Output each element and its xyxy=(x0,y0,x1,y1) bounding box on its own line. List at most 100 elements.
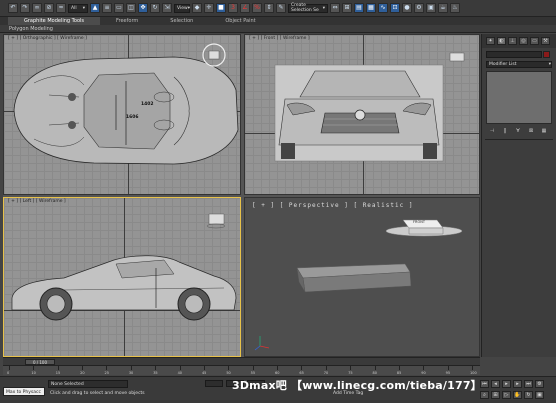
curve-editor-icon[interactable]: ∿ xyxy=(378,3,388,13)
time-slider[interactable]: 0 / 100 xyxy=(3,357,480,365)
select-by-name-icon[interactable]: ≡ xyxy=(102,3,112,13)
track-bar-frame-number: 95 xyxy=(445,371,451,375)
pivot-center-icon[interactable]: ◆ xyxy=(192,3,202,13)
tab-selection[interactable]: Selection xyxy=(154,17,209,25)
manipulate-icon[interactable]: ✛ xyxy=(204,3,214,13)
create-icon[interactable]: ✦ xyxy=(486,37,495,45)
status-bar: Max to Physacc None Selected Click and d… xyxy=(0,376,556,403)
undo-icon[interactable]: ↶ xyxy=(8,3,18,13)
redo-icon[interactable]: ↷ xyxy=(20,3,30,13)
track-bar-frame-number: 45 xyxy=(201,371,207,375)
schematic-view-icon[interactable]: ⊡ xyxy=(390,3,400,13)
link-icon[interactable]: ∞ xyxy=(32,3,42,13)
track-bar-tick xyxy=(277,366,279,370)
time-config-icon[interactable]: ⚙ xyxy=(535,380,544,388)
viewcube-front-label[interactable]: FRONT xyxy=(413,220,425,224)
track-bar-frame-number: 90 xyxy=(421,371,426,375)
display-icon[interactable]: ▭ xyxy=(530,37,539,45)
go-to-end-icon[interactable]: ⏭ xyxy=(524,380,533,388)
tab-graphite-modeling-tools[interactable]: Graphite Modeling Tools xyxy=(8,17,101,25)
maxscript-listener[interactable]: Max to Physacc xyxy=(3,387,45,396)
angle-snap-icon[interactable]: ∠ xyxy=(240,3,250,13)
play-icon[interactable]: ▸ xyxy=(502,380,511,388)
track-bar-frame-number: 20 xyxy=(80,371,85,375)
track-bar-tick xyxy=(33,366,35,370)
render-production-icon[interactable]: ☕ xyxy=(438,3,448,13)
track-bar[interactable]: 0 10 15 20 25 30 35 40 45 50 55 60 65 70 75 80 85 90 95 100 xyxy=(3,365,480,375)
playback-controls: ⏮ ◂ ▸ ▸ ⏭ ⚙ xyxy=(480,380,544,388)
selection-filter-value: All xyxy=(71,5,77,11)
percent-snap-icon[interactable]: % xyxy=(252,3,262,13)
track-bar-tick xyxy=(9,366,10,370)
material-editor-icon[interactable]: ● xyxy=(402,3,412,13)
viewport-front[interactable]: [ + ] [ Front ] [ Wireframe ] xyxy=(244,34,480,195)
viewport-top[interactable]: [ + ] [ Orthographic ] [ Wireframe ] 140… xyxy=(3,34,241,195)
orbit-icon[interactable]: ↻ xyxy=(524,391,533,399)
select-object-icon[interactable]: ▲ xyxy=(90,3,100,13)
track-bar-tick xyxy=(325,366,327,370)
rendered-frame-icon[interactable]: ▣ xyxy=(426,3,436,13)
chevron-down-icon: ▾ xyxy=(187,5,190,11)
ribbon-panel-polygon-modeling[interactable]: Polygon Modeling xyxy=(0,25,556,33)
maximize-viewport-icon[interactable]: ▣ xyxy=(535,391,544,399)
track-bar-frame-number: 100 xyxy=(470,371,477,375)
make-unique-icon[interactable]: ∀ xyxy=(514,128,522,135)
motion-icon[interactable]: ◎ xyxy=(519,37,528,45)
track-bar-frame-number: 80 xyxy=(372,371,377,375)
prompt-line: Click and drag to select and move object… xyxy=(50,391,145,396)
previous-frame-icon[interactable]: ◂ xyxy=(491,380,500,388)
object-color-swatch[interactable] xyxy=(543,51,550,58)
keyboard-shortcut-icon[interactable]: ■ xyxy=(216,3,226,13)
track-bar-frame-number: 15 xyxy=(55,371,61,375)
track-bar-frame-number: 40 xyxy=(177,371,183,375)
configure-modifier-sets-icon[interactable]: ▦ xyxy=(540,128,548,135)
dimension-label-1402: 1402 xyxy=(141,102,154,107)
hierarchy-icon[interactable]: ⊥ xyxy=(508,37,517,45)
remove-modifier-icon[interactable]: ⊠ xyxy=(527,128,535,135)
layer-manager-icon[interactable]: ▤ xyxy=(354,3,364,13)
bind-spacewarp-icon[interactable]: ≈ xyxy=(56,3,66,13)
select-rotate-icon[interactable]: ↻ xyxy=(150,3,160,13)
zoom-icon[interactable]: ⌕ xyxy=(480,391,489,399)
tab-object-paint[interactable]: Object Paint xyxy=(209,17,271,25)
pin-stack-icon[interactable]: ⊣ xyxy=(488,128,496,135)
unlink-icon[interactable]: ⊘ xyxy=(44,3,54,13)
render-iterative-icon[interactable]: ♨ xyxy=(450,3,460,13)
go-to-start-icon[interactable]: ⏮ xyxy=(480,380,489,388)
select-move-icon[interactable]: ✥ xyxy=(138,3,148,13)
ref-coord-dropdown[interactable]: View ▾ xyxy=(174,3,190,13)
modifier-stack-tools: ⊣ ‖ ∀ ⊠ ▦ xyxy=(482,124,556,139)
viewport-left[interactable]: [ + ] [ Left ] [ Wireframe ] xyxy=(3,197,241,357)
object-name-field[interactable] xyxy=(486,51,550,58)
next-frame-icon[interactable]: ▸ xyxy=(513,380,522,388)
viewport-perspective[interactable]: [ + ] [ Perspective ] [ Realistic ] FRON… xyxy=(244,197,480,357)
track-bar-tick xyxy=(252,366,254,370)
spinner-snap-icon[interactable]: ⇕ xyxy=(264,3,274,13)
named-selection-dropdown[interactable]: Create Selection Se ▾ xyxy=(288,3,328,13)
select-scale-icon[interactable]: ⇲ xyxy=(162,3,172,13)
track-bar-frame-number: 0 xyxy=(7,371,10,375)
graphite-toggle-icon[interactable]: ▦ xyxy=(366,3,376,13)
rectangular-selection-icon[interactable]: ▭ xyxy=(114,3,124,13)
window-crossing-icon[interactable]: ◫ xyxy=(126,3,136,13)
modifier-list-dropdown[interactable]: Modifier List ▾ xyxy=(486,61,552,68)
track-bar-tick xyxy=(155,366,157,370)
utilities-icon[interactable]: ⚒ xyxy=(541,37,550,45)
render-setup-icon[interactable]: ⚙ xyxy=(414,3,424,13)
modify-icon[interactable]: ◐ xyxy=(497,37,506,45)
mirror-icon[interactable]: ⇔ xyxy=(330,3,340,13)
snaps-toggle-icon[interactable]: 3 xyxy=(228,3,238,13)
field-of-view-icon[interactable]: ▷ xyxy=(502,391,511,399)
edit-named-selections-icon[interactable]: ✎ xyxy=(276,3,286,13)
modifier-stack[interactable] xyxy=(486,71,552,124)
show-end-result-icon[interactable]: ‖ xyxy=(501,128,509,135)
tab-freeform[interactable]: Freeform xyxy=(100,17,154,25)
track-bar-frame-number: 65 xyxy=(299,371,304,375)
coord-x-field[interactable] xyxy=(205,380,223,387)
zoom-extents-icon[interactable]: ⊞ xyxy=(491,391,500,399)
pan-icon[interactable]: ✋ xyxy=(513,391,522,399)
add-time-tag[interactable]: Add Time Tag xyxy=(333,391,363,396)
selection-filter-dropdown[interactable]: All ▾ xyxy=(68,3,88,13)
align-icon[interactable]: ⊞ xyxy=(342,3,352,13)
track-bar-frame-number: 70 xyxy=(323,371,329,375)
